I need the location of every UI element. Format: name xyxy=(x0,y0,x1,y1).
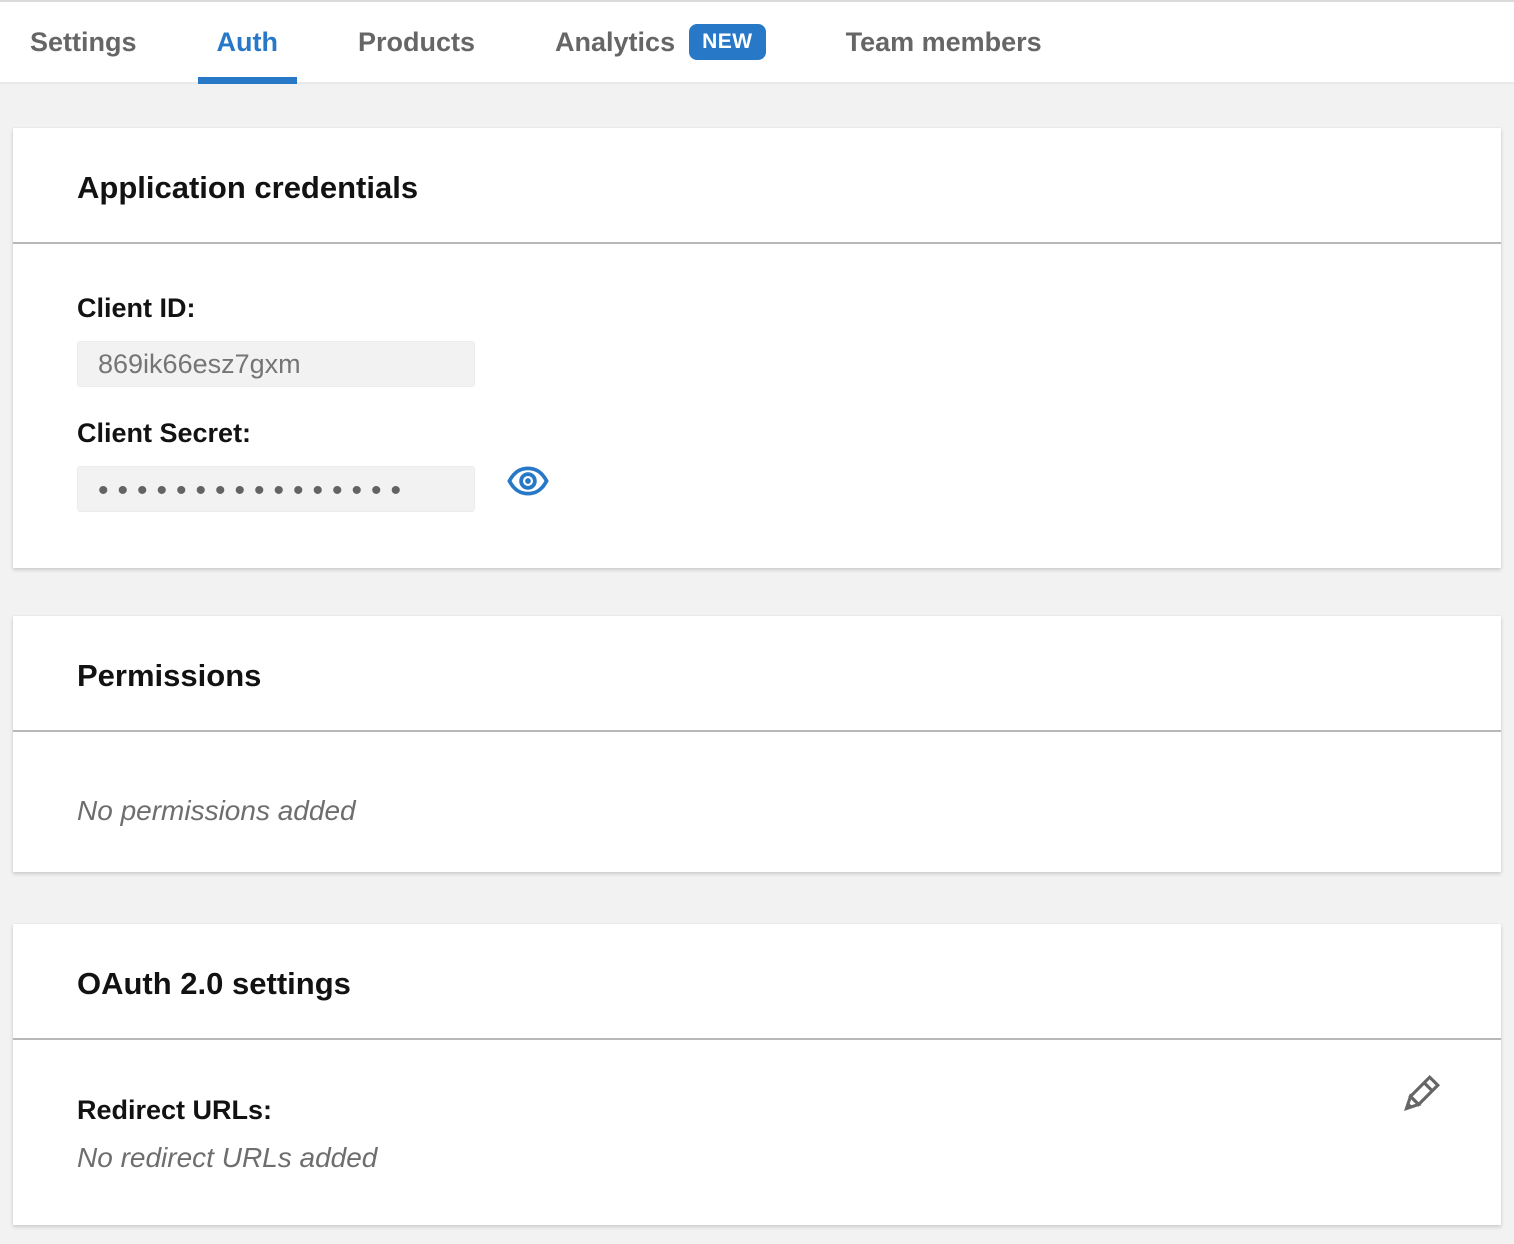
client-secret-label: Client Secret: xyxy=(77,417,1437,450)
oauth-settings-body: Redirect URLs: No redirect URLs added xyxy=(13,1040,1501,1225)
tab-settings[interactable]: Settings xyxy=(30,2,137,82)
eye-icon xyxy=(507,465,549,497)
redirect-urls-label: Redirect URLs: xyxy=(77,1094,1437,1127)
pencil-icon xyxy=(1395,1072,1443,1120)
edit-redirect-urls-button[interactable] xyxy=(1395,1072,1443,1120)
tab-auth[interactable]: Auth xyxy=(217,2,278,82)
client-secret-masked: •••••••••••••••• xyxy=(98,470,410,508)
client-secret-row: •••••••••••••••• xyxy=(77,450,1437,512)
tab-products-label: Products xyxy=(358,27,475,58)
application-credentials-body: Client ID: 869ik66esz7gxm Client Secret:… xyxy=(13,244,1501,568)
permissions-header: Permissions xyxy=(13,616,1501,730)
tab-products[interactable]: Products xyxy=(358,2,475,82)
tab-auth-label: Auth xyxy=(217,27,278,58)
client-id-label: Client ID: xyxy=(77,292,1437,325)
redirect-urls-empty-text: No redirect URLs added xyxy=(77,1141,1437,1175)
tab-analytics-label: Analytics xyxy=(555,27,675,58)
tab-team-members-label: Team members xyxy=(846,27,1042,58)
oauth-settings-title: OAuth 2.0 settings xyxy=(77,966,1437,1002)
application-credentials-card: Application credentials Client ID: 869ik… xyxy=(13,128,1501,568)
show-client-secret-button[interactable] xyxy=(507,465,549,497)
app-tab-bar: Settings Auth Products Analytics NEW Tea… xyxy=(0,0,1514,84)
client-secret-value: •••••••••••••••• xyxy=(77,466,475,512)
tab-team-members[interactable]: Team members xyxy=(846,2,1042,82)
oauth-settings-header: OAuth 2.0 settings xyxy=(13,924,1501,1038)
application-credentials-header: Application credentials xyxy=(13,128,1501,242)
tab-analytics[interactable]: Analytics NEW xyxy=(555,2,766,82)
permissions-body: No permissions added xyxy=(13,732,1501,872)
client-id-value: 869ik66esz7gxm xyxy=(77,341,475,387)
permissions-card: Permissions No permissions added xyxy=(13,616,1501,872)
tab-settings-label: Settings xyxy=(30,27,137,58)
permissions-title: Permissions xyxy=(77,658,1437,694)
permissions-empty-text: No permissions added xyxy=(77,794,1437,828)
new-badge: NEW xyxy=(689,24,766,60)
application-credentials-title: Application credentials xyxy=(77,170,1437,206)
oauth-settings-card: OAuth 2.0 settings Redirect URLs: No red… xyxy=(13,924,1501,1225)
